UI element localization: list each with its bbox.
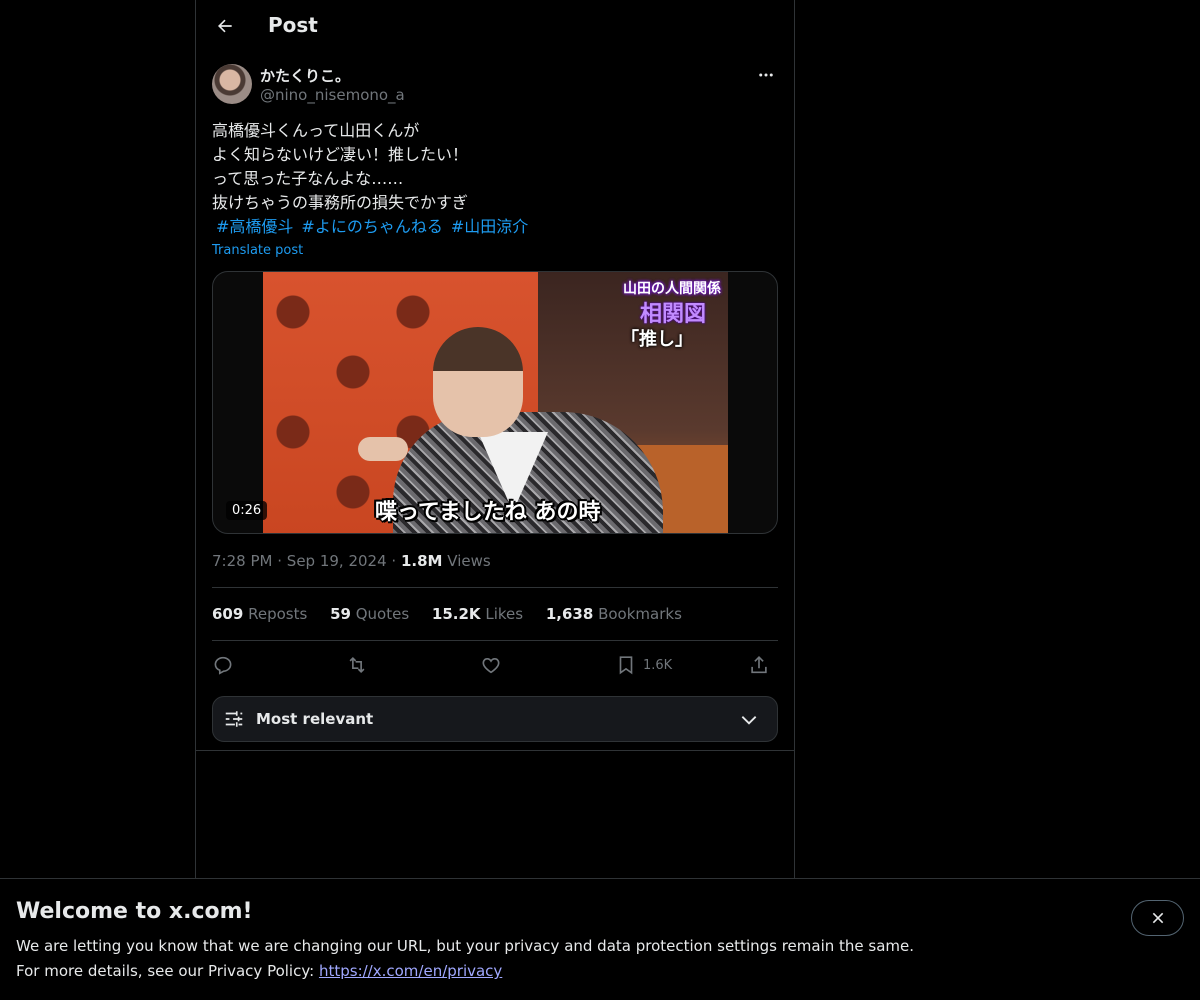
bookmark-count: 1.6K (643, 657, 673, 673)
bookmarks-count: 1,638 (545, 605, 594, 623)
post-author: かたくりこ。 @nino_nisemono_a (212, 64, 778, 106)
hashtag-link[interactable]: #山田涼介 (451, 217, 528, 236)
post-actions: 1.6K (212, 650, 778, 680)
banner-privacy-text: For more details, see our Privacy Policy… (16, 962, 502, 980)
heart-icon (482, 658, 500, 674)
hashtag-link[interactable]: #高橋優斗 (216, 217, 293, 236)
like-button[interactable] (480, 650, 502, 680)
reply-icon (214, 656, 232, 675)
page-title: Post (268, 13, 318, 37)
banner-text: We are letting you know that we are chan… (16, 937, 915, 955)
reposts-count: 609 (212, 605, 244, 623)
bookmarks-stat[interactable]: 1,638 Bookmarks (546, 605, 682, 623)
meta-separator: · (391, 552, 397, 570)
url-change-banner: Welcome to x.com! We are letting you kno… (0, 878, 1200, 1000)
views-count: 1.8M (400, 552, 443, 570)
share-icon (751, 656, 767, 674)
likes-label: Likes (485, 605, 524, 623)
divider (212, 640, 778, 641)
post-meta: 7:28 PM · Sep 19, 2024 · 1.8M Views (212, 552, 491, 570)
post-text-line: って思った子なんよな…… (212, 169, 404, 188)
repost-button[interactable] (346, 650, 368, 680)
arrow-left-icon (218, 19, 232, 33)
bookmark-button[interactable]: 1.6K (615, 650, 672, 680)
quotes-label: Quotes (355, 605, 410, 623)
video-caption-big: 相関図 (639, 302, 706, 327)
share-button[interactable] (748, 650, 770, 680)
video-duration: 0:26 (226, 501, 268, 520)
video-person-hand (358, 437, 408, 461)
post-time[interactable]: 7:28 PM (212, 552, 272, 570)
author-name[interactable]: かたくりこ。 (260, 65, 350, 86)
hashtag-link[interactable]: #よにのちゃんねる (301, 217, 442, 236)
video-caption-small: 山田の人間関係 (623, 281, 721, 297)
author-handle[interactable]: @nino_nisemono_a (260, 86, 405, 104)
back-button[interactable] (208, 9, 242, 43)
bookmarks-label: Bookmarks (598, 605, 682, 623)
video-person-head (433, 327, 523, 437)
reply-sort-dropdown[interactable]: Most relevant (212, 696, 778, 742)
chevron-down-icon (741, 716, 757, 725)
banner-title: Welcome to x.com! (16, 899, 253, 924)
privacy-policy-link[interactable]: https://x.com/en/privacy (319, 962, 502, 980)
sliders-icon (225, 711, 243, 727)
video-player[interactable]: 山田の人間関係 相関図 「推し」 喋ってましたね あの時 0:26 (212, 271, 778, 534)
bookmark-icon (619, 656, 633, 675)
meta-separator: · (277, 552, 283, 570)
close-banner-button[interactable] (1131, 900, 1184, 936)
top-bar: Post (196, 0, 794, 53)
post-stats: 609 Reposts 59 Quotes 15.2K Likes 1,638 … (212, 605, 700, 623)
views-label: Views (447, 552, 491, 570)
post-text-line: 高橋優斗くんって山田くんが (212, 121, 420, 140)
more-horizontal-icon (759, 73, 773, 77)
more-options-button[interactable] (752, 64, 780, 86)
quotes-count: 59 (330, 605, 351, 623)
video-thumbnail: 山田の人間関係 相関図 「推し」 喋ってましたね あの時 (263, 272, 728, 533)
close-icon (1152, 912, 1163, 924)
reply-button[interactable] (212, 650, 234, 680)
reposts-stat[interactable]: 609 Reposts (212, 605, 307, 623)
likes-stat[interactable]: 15.2K Likes (432, 605, 523, 623)
repost-icon (349, 656, 365, 674)
banner-privacy-prefix: For more details, see our Privacy Policy… (16, 962, 315, 980)
divider (212, 587, 778, 588)
likes-count: 15.2K (431, 605, 481, 623)
video-caption-quote: 「推し」 (621, 329, 693, 350)
avatar[interactable] (212, 64, 252, 104)
post-date[interactable]: Sep 19, 2024 (287, 552, 387, 570)
primary-column: Post かたくりこ。 @nino_nisemono_a 高橋優斗くんって山田く… (195, 0, 795, 878)
sort-label: Most relevant (256, 710, 374, 728)
divider (196, 750, 794, 751)
post-text-line: よく知らないけど凄い！推したい！ (212, 145, 469, 164)
post-text-line: 抜けちゃうの事務所の損失でかすぎ (212, 193, 469, 212)
post-text: 高橋優斗くんって山田くんが よく知らないけど凄い！推したい！ って思った子なんよ… (212, 119, 778, 215)
reposts-label: Reposts (248, 605, 308, 623)
hashtag-list: #高橋優斗 #よにのちゃんねる #山田涼介 (212, 215, 532, 239)
video-subtitle: 喋ってましたね あの時 (375, 500, 601, 525)
translate-post-link[interactable]: Translate post (212, 243, 303, 258)
quotes-stat[interactable]: 59 Quotes (330, 605, 409, 623)
